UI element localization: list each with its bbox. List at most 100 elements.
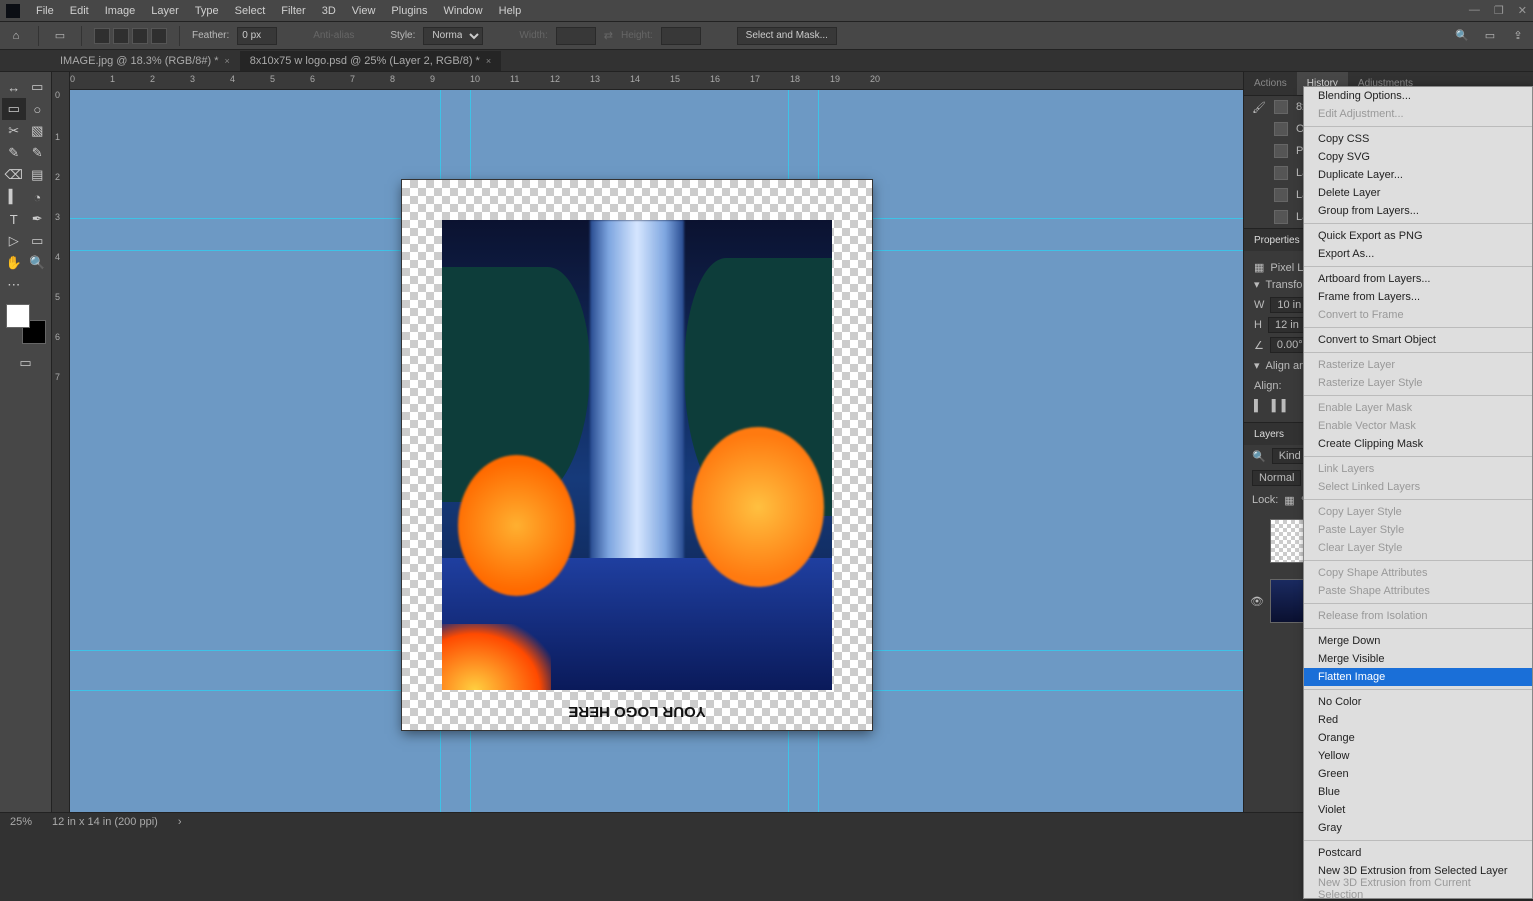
selection-mode-icons[interactable] <box>94 28 167 44</box>
hand-tool[interactable]: ✋ <box>2 252 26 274</box>
context-menu-item[interactable]: Quick Export as PNG <box>1304 227 1532 245</box>
lasso-tool[interactable]: ○ <box>26 98 50 120</box>
window-minimize-button[interactable]: — <box>1469 4 1480 17</box>
context-menu-item[interactable]: Delete Layer <box>1304 184 1532 202</box>
zoom-tool[interactable]: 🔍 <box>26 252 50 274</box>
context-menu-item[interactable]: Flatten Image <box>1304 668 1532 686</box>
history-brush-icon[interactable]: 🖌 <box>1252 101 1266 114</box>
lock-icon[interactable]: ▦ <box>1284 494 1294 507</box>
context-menu-item[interactable]: Artboard from Layers... <box>1304 270 1532 288</box>
menu-view[interactable]: View <box>344 5 384 17</box>
menu-plugins[interactable]: Plugins <box>383 5 435 17</box>
align-left-icon[interactable]: ▌ <box>1254 400 1262 412</box>
zoom-level[interactable]: 25% <box>10 816 32 828</box>
context-menu-item[interactable]: Group from Layers... <box>1304 202 1532 220</box>
width-input <box>556 27 596 45</box>
tab-psd[interactable]: 8x10x75 w logo.psd @ 25% (Layer 2, RGB/8… <box>240 51 501 71</box>
context-menu-item[interactable]: Merge Visible <box>1304 650 1532 668</box>
path-tool[interactable]: ▷ <box>2 230 26 252</box>
quickmask-tool[interactable]: ▭ <box>2 352 49 374</box>
horizontal-ruler[interactable]: 01 23 45 67 89 1011 1213 1415 1617 1819 … <box>70 72 1243 90</box>
menu-image[interactable]: Image <box>97 5 144 17</box>
window-close-button[interactable]: ✕ <box>1518 4 1527 17</box>
layer-kind-icon: ▦ <box>1254 261 1264 274</box>
layer-context-menu: Blending Options...Edit Adjustment...Cop… <box>1303 86 1533 899</box>
pen-tool[interactable]: ✒ <box>26 208 50 230</box>
artboard-tool[interactable]: ▭ <box>26 76 50 98</box>
align-right-icon[interactable]: ▌ <box>1282 400 1290 412</box>
style-label: Style: <box>390 30 415 41</box>
home-icon[interactable]: ⌂ <box>6 27 26 45</box>
type-tool[interactable]: T <box>2 208 26 230</box>
menu-edit[interactable]: Edit <box>62 5 97 17</box>
height-label: Height: <box>621 30 653 41</box>
context-menu-item[interactable]: Yellow <box>1304 747 1532 765</box>
more-tools[interactable]: ⋯ <box>2 274 26 296</box>
blend-mode-select[interactable]: Normal <box>1252 470 1301 486</box>
artboard[interactable]: YOUR LOGO HERE <box>402 180 872 730</box>
menu-3d[interactable]: 3D <box>314 5 344 17</box>
crop-tool[interactable]: ✂ <box>2 120 26 142</box>
context-menu-item[interactable]: Copy CSS <box>1304 130 1532 148</box>
height-value[interactable]: 12 in <box>1268 317 1306 333</box>
select-and-mask-button[interactable]: Select and Mask... <box>737 27 837 45</box>
marquee-tool-icon[interactable]: ▭ <box>51 27 69 45</box>
blur-tool[interactable]: ◔ <box>26 186 50 208</box>
workspace-icon[interactable]: ▭ <box>1481 27 1499 45</box>
context-menu-item[interactable]: Create Clipping Mask <box>1304 435 1532 453</box>
context-menu-item[interactable]: Convert to Smart Object <box>1304 331 1532 349</box>
context-menu-item[interactable]: Gray <box>1304 819 1532 837</box>
context-menu-item[interactable]: Blending Options... <box>1304 87 1532 105</box>
move-tool[interactable]: ↔ <box>2 76 26 98</box>
antialias-checkbox: Anti-alias <box>313 30 354 41</box>
menu-file[interactable]: File <box>28 5 62 17</box>
shape-tool[interactable]: ▭ <box>26 230 50 252</box>
context-menu-item[interactable]: Copy SVG <box>1304 148 1532 166</box>
style-select[interactable]: Normal <box>423 27 483 45</box>
feather-input[interactable]: 0 px <box>237 27 277 45</box>
clone-tool[interactable]: ▍ <box>2 186 26 208</box>
context-menu-item[interactable]: Green <box>1304 765 1532 783</box>
window-restore-button[interactable]: ❐ <box>1494 4 1504 17</box>
doc-info[interactable]: 12 in x 14 in (200 ppi) <box>52 816 158 828</box>
context-menu-item: Clear Layer Style <box>1304 539 1532 557</box>
context-menu-item[interactable]: Postcard <box>1304 844 1532 862</box>
context-menu-item: Paste Layer Style <box>1304 521 1532 539</box>
menu-help[interactable]: Help <box>491 5 530 17</box>
context-menu-item[interactable]: Duplicate Layer... <box>1304 166 1532 184</box>
vertical-ruler[interactable]: 01 23 45 67 <box>52 72 70 812</box>
menu-layer[interactable]: Layer <box>143 5 187 17</box>
context-menu-item[interactable]: Merge Down <box>1304 632 1532 650</box>
menu-filter[interactable]: Filter <box>273 5 313 17</box>
context-menu-item[interactable]: New 3D Extrusion from Selected Layer <box>1304 862 1532 880</box>
context-menu-item[interactable]: Export As... <box>1304 245 1532 263</box>
close-icon[interactable]: × <box>486 56 491 66</box>
eraser-tool[interactable]: ⌫ <box>2 164 26 186</box>
context-menu-item[interactable]: Frame from Layers... <box>1304 288 1532 306</box>
viewport[interactable]: YOUR LOGO HERE <box>70 90 1243 812</box>
gradient-tool[interactable]: ▤ <box>26 164 50 186</box>
align-center-icon[interactable]: ▐ <box>1268 400 1276 412</box>
share-icon[interactable]: ⇪ <box>1509 27 1527 45</box>
close-icon[interactable]: × <box>225 56 230 66</box>
marquee-tool[interactable]: ▭ <box>2 98 26 120</box>
context-menu-item[interactable]: Orange <box>1304 729 1532 747</box>
context-menu-item[interactable]: Violet <box>1304 801 1532 819</box>
context-menu-item[interactable]: Blue <box>1304 783 1532 801</box>
tab-actions[interactable]: Actions <box>1244 72 1297 95</box>
menu-select[interactable]: Select <box>227 5 274 17</box>
context-menu-item[interactable]: No Color <box>1304 693 1532 711</box>
eyedropper-tool[interactable]: ✎ <box>2 142 26 164</box>
menu-window[interactable]: Window <box>436 5 491 17</box>
context-menu-item: Rasterize Layer <box>1304 356 1532 374</box>
context-menu-item[interactable]: Red <box>1304 711 1532 729</box>
tab-image-jpg[interactable]: IMAGE.jpg @ 18.3% (RGB/8#) *× <box>50 51 240 71</box>
menu-type[interactable]: Type <box>187 5 227 17</box>
visibility-icon[interactable]: 👁 <box>1250 595 1264 608</box>
color-swatches[interactable] <box>6 304 46 344</box>
search-icon[interactable]: 🔍 <box>1453 27 1471 45</box>
frame-tool[interactable]: ▧ <box>26 120 50 142</box>
chevron-right-icon[interactable]: › <box>178 816 182 828</box>
foreground-color[interactable] <box>6 304 30 328</box>
brush-tool[interactable]: ✎ <box>26 142 50 164</box>
